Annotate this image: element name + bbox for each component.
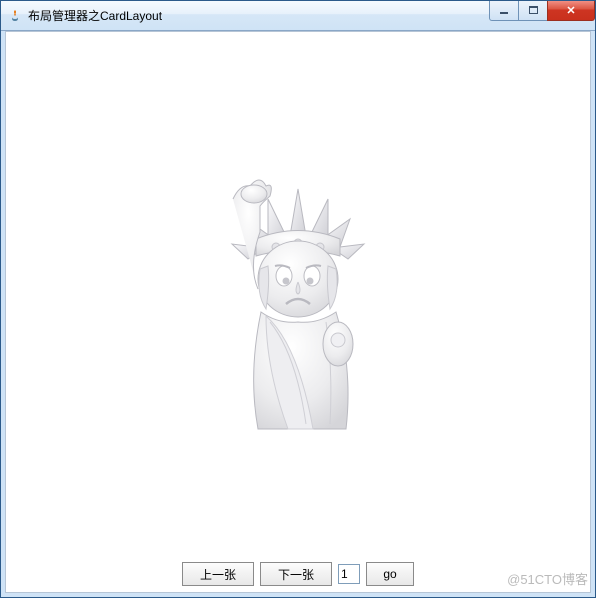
- window-controls: ✕: [490, 1, 595, 21]
- close-icon: ✕: [566, 4, 575, 17]
- app-window: 布局管理器之CardLayout ✕: [0, 0, 596, 598]
- prev-button[interactable]: 上一张: [182, 562, 254, 586]
- minimize-icon: [500, 12, 508, 14]
- next-button[interactable]: 下一张: [260, 562, 332, 586]
- go-button[interactable]: go: [366, 562, 414, 586]
- maximize-icon: [529, 6, 538, 14]
- card-area: [6, 32, 590, 556]
- content-panel: 上一张 下一张 go: [5, 31, 591, 593]
- window-title: 布局管理器之CardLayout: [28, 7, 490, 24]
- minimize-button[interactable]: [489, 1, 519, 21]
- button-bar: 上一张 下一张 go: [6, 556, 590, 592]
- close-button[interactable]: ✕: [547, 1, 595, 21]
- java-icon: [7, 8, 23, 24]
- titlebar[interactable]: 布局管理器之CardLayout ✕: [1, 1, 595, 31]
- content-frame: 上一张 下一张 go: [1, 31, 595, 597]
- maximize-button[interactable]: [518, 1, 548, 21]
- page-input[interactable]: [338, 564, 360, 584]
- liberty-cartoon-icon: [148, 144, 448, 444]
- card-image: [148, 144, 448, 444]
